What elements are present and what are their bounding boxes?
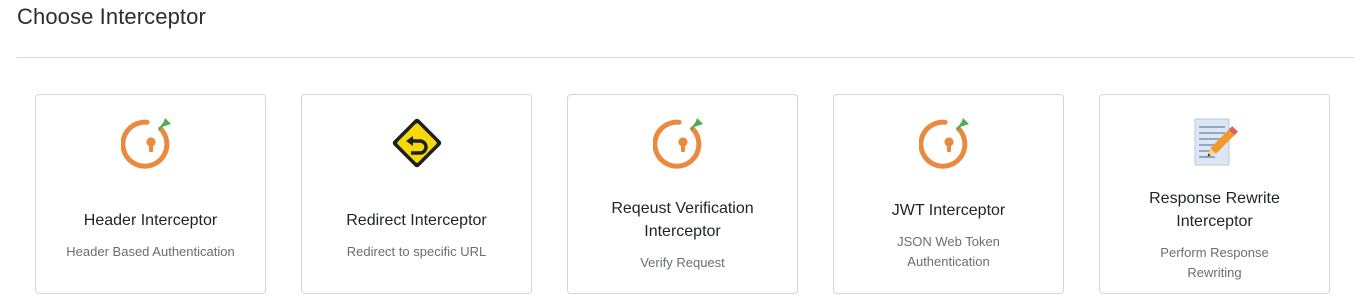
interceptor-power-icon	[119, 113, 181, 173]
interceptor-power-icon	[651, 113, 713, 173]
card-response-rewrite-interceptor[interactable]: Response Rewrite Interceptor Perform Res…	[1099, 94, 1330, 294]
card-jwt-interceptor[interactable]: JWT Interceptor JSON Web Token Authentic…	[833, 94, 1064, 294]
card-title: JWT Interceptor	[891, 201, 1006, 219]
card-description: JSON Web Token Authentication	[897, 233, 1000, 269]
card-title: Reqeust Verification Interceptor	[611, 200, 754, 240]
card-title: Redirect Interceptor	[346, 211, 487, 229]
card-title: Response Rewrite Interceptor	[1149, 190, 1280, 230]
card-title: Header Interceptor	[83, 211, 218, 229]
interceptor-power-icon	[917, 113, 979, 173]
page-title: Choose Interceptor	[17, 4, 206, 29]
card-description: Redirect to specific URL	[346, 243, 487, 259]
document-edit-icon	[1185, 113, 1245, 173]
card-request-verification-interceptor[interactable]: Reqeust Verification Interceptor Verify …	[567, 94, 798, 294]
card-description: Verify Request	[640, 255, 725, 270]
card-description: Header Based Authentication	[66, 243, 235, 259]
card-redirect-interceptor[interactable]: Redirect Interceptor Redirect to specifi…	[301, 94, 532, 294]
card-header-interceptor[interactable]: Header Interceptor Header Based Authenti…	[35, 94, 266, 294]
header-divider	[17, 57, 1354, 58]
card-description: Perform Response Rewriting	[1160, 245, 1269, 280]
redirect-sign-icon	[387, 113, 447, 173]
